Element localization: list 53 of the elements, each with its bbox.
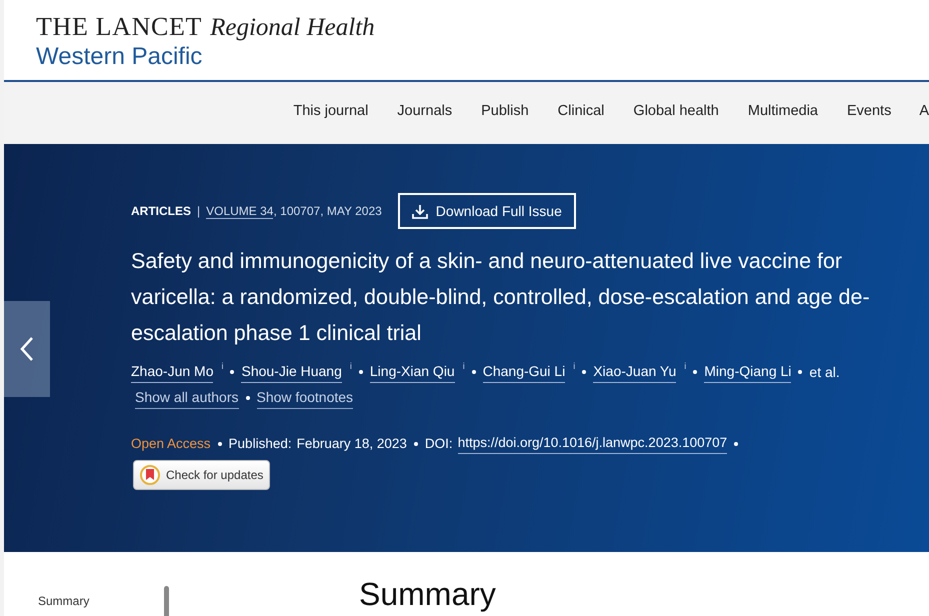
author-link[interactable]: Ling-Xian Qiu [370,361,455,383]
bookmark-badge-icon [140,465,160,486]
toggle-link[interactable]: Show footnotes [256,387,354,409]
issue-info: , 100707, MAY 2023 [273,204,382,218]
bullet-icon [246,396,250,400]
author-link[interactable]: Xiao-Juan Yu [593,361,676,383]
download-icon [412,204,428,218]
nav-link[interactable]: Global health [633,101,719,123]
logo-title: Regional Health [210,15,375,40]
author-info-link[interactable]: i [684,360,686,374]
download-button[interactable]: Download Full Issue [398,193,576,229]
nav-link[interactable]: Publish [481,101,529,123]
author-info-link[interactable]: i [221,360,224,374]
author-link[interactable]: Chang-Gui Li [482,361,566,383]
bullet-icon [472,370,476,374]
bullet-icon [218,442,222,446]
bullet-icon [693,370,698,374]
et-al-text: et al. [809,362,840,382]
volume-link[interactable]: VOLUME 34 [206,204,274,219]
nav-link[interactable]: Events [846,101,892,123]
logo-brand: THE LANCET [36,14,202,40]
doi-label: DOI: [424,434,453,452]
nav-link[interactable]: Clinical [558,101,604,123]
bullet-icon [358,370,363,374]
bullet-icon [582,370,586,374]
nav-link[interactable]: Journals [397,101,452,123]
chevron-left-icon [20,336,34,362]
logo-subtitle: Western Pacific [36,42,204,72]
nav-link[interactable]: This journal [293,101,368,123]
section-heading: Summary [359,578,496,614]
bullet-icon [798,370,802,374]
previous-button[interactable] [4,301,50,397]
open-access-label: Open Access [131,434,211,453]
published-date: February 18, 2023 [296,434,407,453]
bullet-icon [414,442,418,446]
toggle-link[interactable]: Show all authors [135,387,239,409]
bullet-icon [734,442,738,446]
article-title: Safety and immunogenicity of a skin- and neuro-attenuated live vaccine for varicella: a randomized, double-blind, controlled, dose-escalation and age de-escalation phase 1 clinical trial [131,248,871,347]
author-link[interactable]: Ming-Qiang Li [704,361,792,383]
nav-link[interactable]: A [919,101,929,123]
separator: | [197,203,200,220]
published-label: Published: [228,434,292,452]
author-info-link[interactable]: i [573,360,576,374]
author-info-link[interactable]: i [462,360,465,374]
author-info-link[interactable]: i [350,360,352,374]
nav-link[interactable]: Multimedia [748,101,818,123]
check-updates-button[interactable]: Check for updates [133,460,270,490]
author-link[interactable]: Zhao-Jun Mo [131,361,214,383]
article-type: ARTICLES [131,203,191,220]
author-link[interactable]: Shou-Jie Huang [241,361,342,383]
sidebar-item[interactable]: Summary [38,592,164,610]
bullet-icon [230,370,234,374]
doi-link[interactable]: https://doi.org/10.1016/j.lanwpc.2023.100707 [458,433,728,454]
